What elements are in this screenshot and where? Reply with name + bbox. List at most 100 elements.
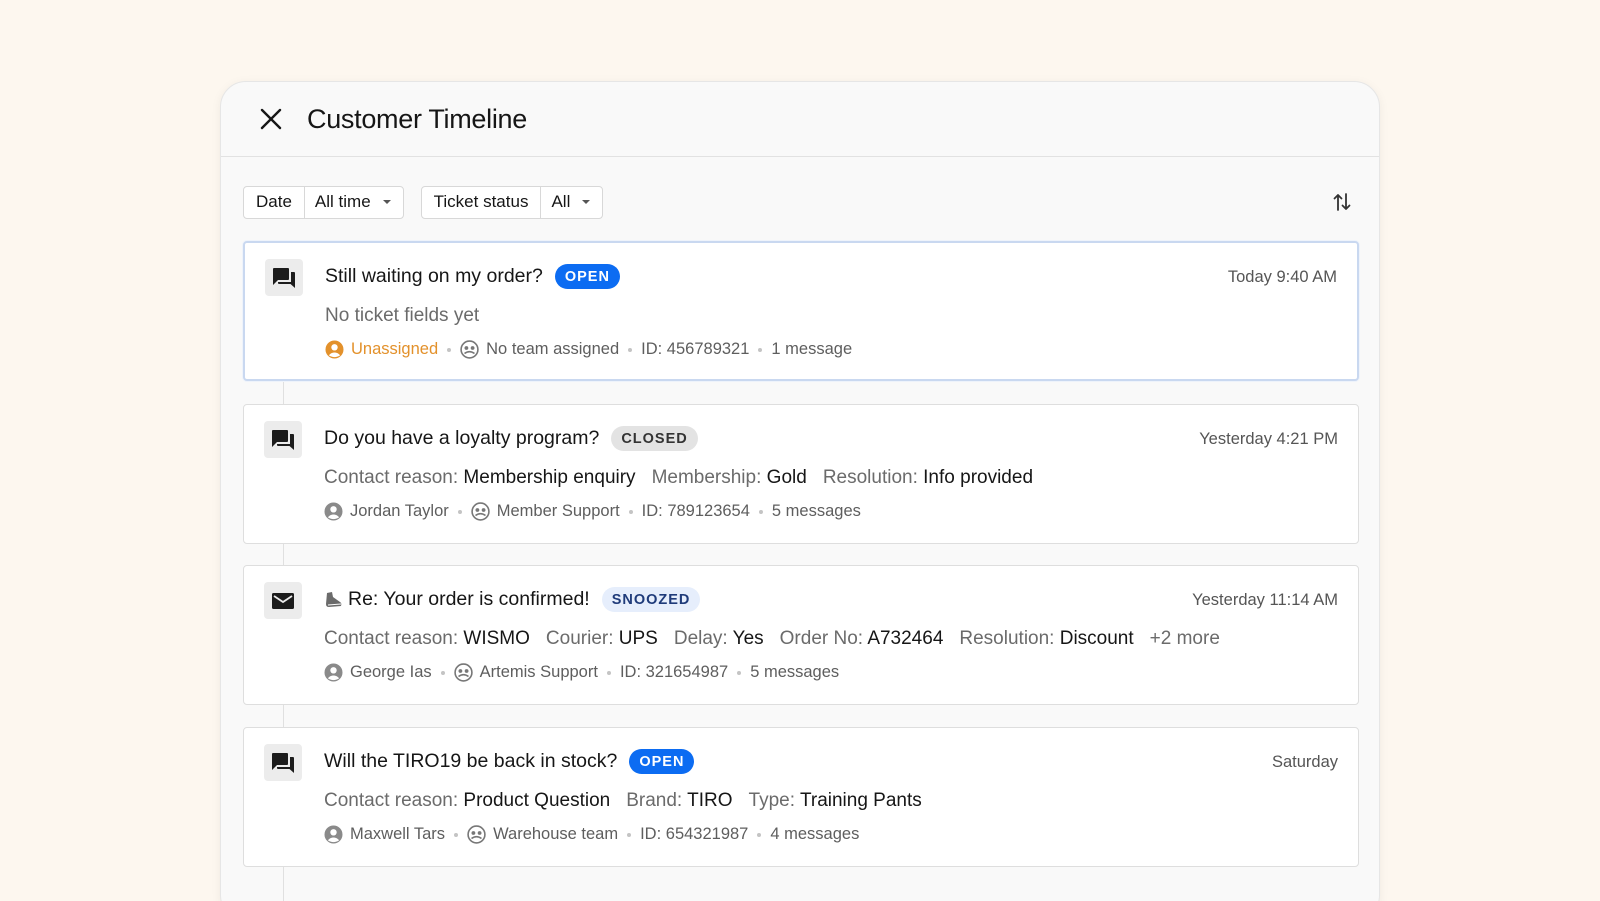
date-filter-label: Date	[244, 186, 305, 218]
separator-dot	[758, 509, 763, 514]
sort-arrows-icon	[1333, 193, 1351, 211]
separator-dot	[627, 832, 632, 837]
user-icon	[325, 340, 344, 359]
close-button[interactable]	[257, 105, 285, 133]
ticket-title: Will the TIRO19 be back in stock?	[324, 750, 618, 772]
date-filter: Date All time	[243, 185, 404, 219]
date-filter-value: All time	[314, 192, 371, 211]
ticket-field: Delay: Yes	[673, 628, 764, 649]
message-count: 5 messages	[771, 502, 861, 520]
team-name: Member Support	[496, 502, 620, 520]
assignee: Unassigned	[325, 340, 438, 359]
ticket-field: Resolution: Info provided	[822, 467, 1034, 488]
close-icon	[260, 108, 282, 130]
ticket-field: Order No: A732464	[779, 628, 944, 649]
separator-dot	[447, 347, 452, 352]
separator-dot	[757, 832, 762, 837]
ticket-card[interactable]: Still waiting on my order? OPEN Today 9:…	[243, 241, 1359, 381]
assignee: George Ias	[324, 663, 432, 682]
filter-bar: Date All time Ticket status All	[243, 185, 1357, 219]
more-fields-link[interactable]: +2 more	[1150, 628, 1220, 650]
snooze-shoe-icon	[326, 591, 342, 607]
ticket-channel-icon	[264, 421, 302, 458]
ticket-card[interactable]: Do you have a loyalty program? CLOSED Ye…	[243, 404, 1359, 544]
ticket-channel-icon	[264, 582, 302, 619]
separator-dot	[628, 509, 633, 514]
message-count: 1 message	[771, 340, 853, 358]
ticket-field: Type: Training Pants	[748, 790, 922, 811]
ticket-status-filter: Ticket status All	[420, 185, 604, 219]
panel-title: Customer Timeline	[307, 103, 527, 134]
ticket-id: ID: 456789321	[641, 340, 750, 358]
separator-dot	[440, 670, 445, 675]
assignee: Maxwell Tars	[324, 825, 445, 844]
ticket-field: Brand: TIRO	[626, 790, 733, 811]
team-icon	[471, 502, 490, 521]
ticket-fields: No ticket fields yet	[325, 305, 479, 327]
assignee: Jordan Taylor	[324, 502, 449, 521]
ticket-status-filter-dropdown[interactable]: All	[541, 187, 602, 218]
ticket-title: Re: Your order is confirmed!	[348, 588, 590, 610]
ticket-field: Contact reason: Membership enquiry	[324, 467, 636, 488]
user-icon	[324, 663, 343, 682]
ticket-fields: Contact reason: Product Question Brand: …	[324, 790, 938, 812]
team: Warehouse team	[467, 825, 618, 844]
ticket-timestamp: Today 9:40 AM	[1227, 268, 1337, 286]
status-badge: OPEN	[554, 264, 620, 289]
ticket-channel-icon	[265, 259, 303, 296]
email-icon	[272, 592, 294, 609]
separator-dot	[454, 832, 459, 837]
ticket-id: ID: 789123654	[641, 502, 750, 520]
ticket-card[interactable]: Will the TIRO19 be back in stock? OPEN S…	[243, 727, 1359, 867]
team-name: No team assigned	[486, 340, 620, 358]
ticket-card[interactable]: Re: Your order is confirmed! SNOOZED Yes…	[243, 565, 1359, 705]
ticket-timestamp: Yesterday 4:21 PM	[1199, 430, 1338, 448]
ticket-timestamp: Yesterday 11:14 AM	[1192, 591, 1338, 609]
ticket-id: ID: 654321987	[640, 825, 749, 843]
ticket-field: Courier: UPS	[545, 628, 658, 649]
separator-dot	[606, 670, 611, 675]
separator-dot	[628, 347, 633, 352]
message-count: 4 messages	[770, 825, 860, 843]
ticket-status-filter-label: Ticket status	[422, 186, 542, 218]
ticket-fields: Contact reason: Membership enquiry Membe…	[324, 467, 1049, 489]
panel-header: Customer Timeline	[221, 82, 1379, 157]
ticket-status-filter-value: All	[551, 192, 571, 211]
ticket-meta: Maxwell Tars Warehouse team ID: 65432198…	[324, 825, 859, 844]
user-icon	[324, 825, 343, 844]
ticket-title: Still waiting on my order?	[325, 265, 543, 287]
status-badge: OPEN	[629, 749, 695, 774]
ticket-title-row: Still waiting on my order? OPEN	[325, 264, 620, 289]
date-filter-dropdown[interactable]: All time	[305, 187, 403, 218]
team-icon	[467, 825, 486, 844]
team-name: Warehouse team	[493, 825, 619, 843]
assignee-name: Unassigned	[351, 340, 439, 358]
ticket-title: Do you have a loyalty program?	[324, 427, 600, 449]
assignee-name: Maxwell Tars	[350, 825, 446, 843]
sort-button[interactable]	[1327, 187, 1357, 217]
team: Member Support	[471, 502, 620, 521]
user-icon	[324, 502, 343, 521]
separator-dot	[758, 347, 763, 352]
ticket-meta: Unassigned No team assigned ID: 45678932…	[325, 340, 852, 359]
ticket-meta: Jordan Taylor Member Support ID: 7891236…	[324, 502, 861, 521]
ticket-field: Resolution: Discount	[959, 628, 1134, 649]
assignee-name: Jordan Taylor	[350, 502, 449, 520]
ticket-field: Contact reason: Product Question	[324, 790, 611, 811]
team: No team assigned	[460, 340, 619, 359]
status-badge: SNOOZED	[601, 587, 701, 612]
status-badge: CLOSED	[611, 426, 698, 451]
ticket-field: Membership: Gold	[651, 467, 807, 488]
ticket-title-row: Will the TIRO19 be back in stock? OPEN	[324, 749, 695, 774]
chat-icon	[272, 429, 294, 450]
ticket-timestamp: Saturday	[1271, 753, 1338, 771]
ticket-title-row: Do you have a loyalty program? CLOSED	[324, 426, 698, 451]
assignee-name: George Ias	[350, 663, 432, 681]
customer-timeline-panel: Customer Timeline Date All time Ticket s…	[220, 81, 1380, 901]
separator-dot	[737, 670, 742, 675]
ticket-fields: Contact reason: WISMO Courier: UPS Delay…	[324, 628, 1236, 650]
caret-down-icon	[382, 200, 391, 204]
empty-fields-text: No ticket fields yet	[325, 305, 480, 326]
message-count: 5 messages	[750, 663, 840, 681]
ticket-id: ID: 321654987	[619, 663, 729, 681]
